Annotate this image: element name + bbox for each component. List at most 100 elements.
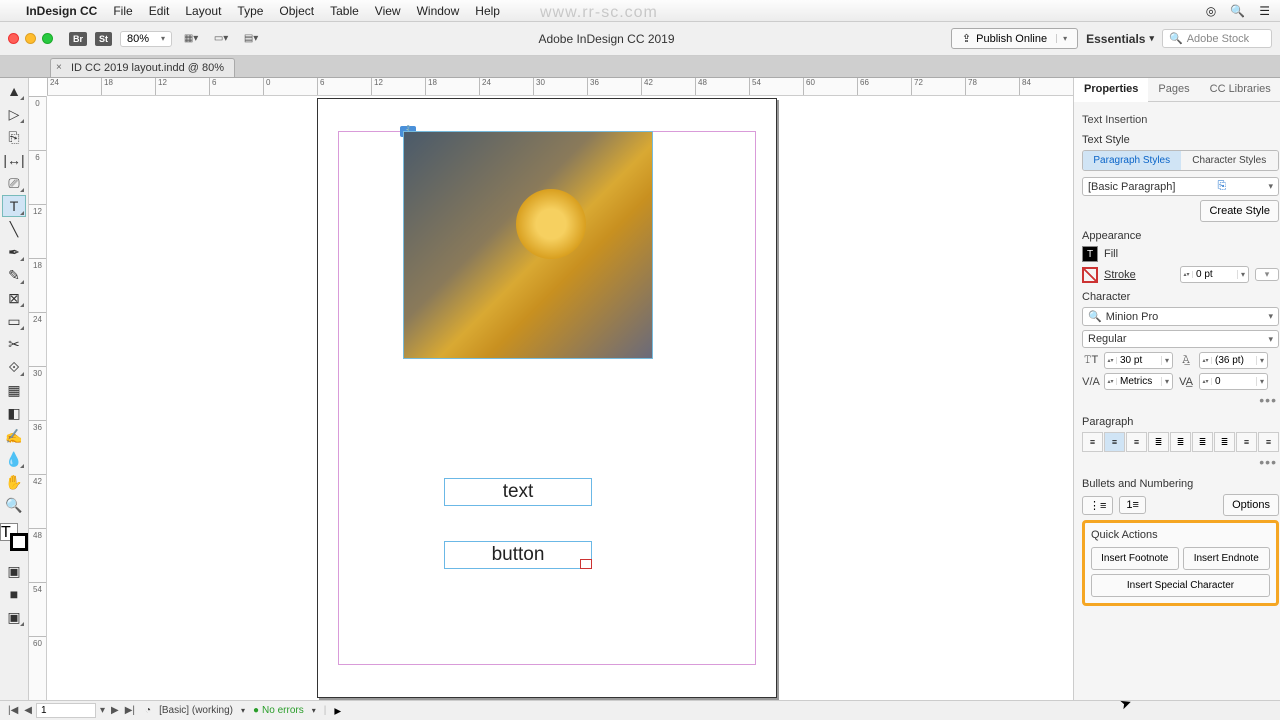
adobe-stock-search[interactable]: 🔍Adobe Stock <box>1162 29 1272 48</box>
bulleted-list-icon[interactable]: ⋮≡ <box>1082 496 1113 515</box>
font-size-input[interactable]: ▴▾▾ <box>1104 352 1173 369</box>
content-collector-icon[interactable]: ⎚ <box>2 172 26 194</box>
line-tool-icon[interactable]: ╲ <box>2 218 26 240</box>
align-right-icon[interactable]: ≡ <box>1126 432 1147 452</box>
menu-view[interactable]: View <box>375 4 401 18</box>
text-frame-1[interactable]: text <box>444 478 592 506</box>
scissors-tool-icon[interactable]: ✂ <box>2 333 26 355</box>
rectangle-tool-icon[interactable]: ▭ <box>2 310 26 332</box>
gap-tool-icon[interactable]: |↔| <box>2 149 26 171</box>
workspace-switcher[interactable]: Essentials▾ <box>1086 32 1154 46</box>
view-options-icon[interactable]: ▦▾ <box>180 29 202 49</box>
first-page-icon[interactable]: |◀ <box>6 705 20 716</box>
justify-all-icon[interactable]: ≣ <box>1214 432 1235 452</box>
preflight-status[interactable]: No errors <box>253 705 304 716</box>
fill-swatch-icon[interactable]: T <box>1082 246 1098 262</box>
new-style-icon[interactable]: ⎘ <box>1218 180 1227 193</box>
insert-endnote-button[interactable]: Insert Endnote <box>1183 547 1271 570</box>
menu-window[interactable]: Window <box>417 4 460 18</box>
menu-edit[interactable]: Edit <box>149 4 170 18</box>
page-navigator[interactable]: |◀ ◀ ▾ ▶ ▶| <box>6 703 137 718</box>
tab-properties[interactable]: Properties <box>1074 78 1148 102</box>
publish-online-button[interactable]: ⇪Publish Online▾ <box>951 28 1078 49</box>
cc-icon[interactable]: ◎ <box>1206 4 1216 18</box>
direct-selection-tool-icon[interactable]: ▷ <box>2 103 26 125</box>
leading-input[interactable]: ▴▾▾ <box>1199 352 1268 369</box>
gradient-swatch-tool-icon[interactable]: ▦ <box>2 379 26 401</box>
next-page-icon[interactable]: ▶ <box>109 705 121 716</box>
apply-color-icon[interactable]: ■ <box>2 583 26 605</box>
page-dropdown-icon[interactable]: ▾ <box>98 705 107 716</box>
menu-layout[interactable]: Layout <box>185 4 221 18</box>
formatting-container-icon[interactable]: ▣ <box>2 560 26 582</box>
menu-help[interactable]: Help <box>475 4 500 18</box>
page[interactable]: ⚓ text button <box>317 98 777 698</box>
minimize-window-icon[interactable] <box>25 33 36 44</box>
spotlight-icon[interactable]: 🔍 <box>1230 4 1245 18</box>
insert-special-character-button[interactable]: Insert Special Character <box>1091 574 1270 597</box>
status-open-icon[interactable]: ▸ <box>334 703 341 719</box>
overset-indicator-icon[interactable] <box>580 559 592 569</box>
rectangle-frame-tool-icon[interactable]: ⊠ <box>2 287 26 309</box>
paragraph-styles-tab[interactable]: Paragraph Styles <box>1083 151 1181 170</box>
bridge-badge[interactable]: Br <box>69 32 87 46</box>
menu-object[interactable]: Object <box>279 4 314 18</box>
document-tab[interactable]: × ID CC 2019 layout.indd @ 80% <box>50 58 235 77</box>
create-style-button[interactable]: Create Style <box>1200 200 1279 222</box>
prev-page-icon[interactable]: ◀ <box>22 705 34 716</box>
placed-image-frame[interactable] <box>403 131 653 359</box>
align-left-icon[interactable]: ≡ <box>1082 432 1103 452</box>
bullets-options-button[interactable]: Options <box>1223 494 1279 516</box>
stroke-swatch-icon[interactable] <box>1082 267 1098 283</box>
free-transform-tool-icon[interactable]: ⟐ <box>2 356 26 378</box>
screen-mode-tool-icon[interactable]: ▣ <box>2 606 26 628</box>
arrange-icon[interactable]: ▤▾ <box>240 29 262 49</box>
app-name[interactable]: InDesign CC <box>26 4 97 18</box>
fill-stroke-swatch[interactable]: T <box>0 523 28 551</box>
align-center-icon[interactable]: ≡ <box>1104 432 1125 452</box>
zoom-tool-icon[interactable]: 🔍 <box>2 494 26 516</box>
document-canvas[interactable]: 24181260612182430364248546066727884 0612… <box>29 78 1073 700</box>
menu-type[interactable]: Type <box>237 4 263 18</box>
zoom-level[interactable]: 80%▾ <box>120 31 172 47</box>
insert-footnote-button[interactable]: Insert Footnote <box>1091 547 1179 570</box>
screen-mode-icon[interactable]: ▭▾ <box>210 29 232 49</box>
menu-list-icon[interactable]: ☰ <box>1259 4 1270 18</box>
menu-file[interactable]: File <box>113 4 132 18</box>
preflight-open-icon[interactable]: ◔ <box>145 705 151 716</box>
stroke-color-icon[interactable] <box>10 533 28 551</box>
justify-right-icon[interactable]: ≣ <box>1192 432 1213 452</box>
last-page-icon[interactable]: ▶| <box>123 705 137 716</box>
tracking-input[interactable]: ▴▾▾ <box>1199 373 1268 390</box>
stroke-weight-input[interactable]: ▴▾▾ <box>1180 266 1249 283</box>
font-family-dropdown[interactable]: 🔍Minion Pro▾ <box>1082 307 1279 326</box>
paragraph-style-dropdown[interactable]: [Basic Paragraph] ⎘ ▾ <box>1082 177 1279 196</box>
close-tab-icon[interactable]: × <box>56 62 62 73</box>
window-traffic-lights[interactable] <box>8 33 53 44</box>
text-frame-2[interactable]: button <box>444 541 592 569</box>
horizontal-ruler[interactable]: 24181260612182430364248546066727884 <box>47 78 1073 96</box>
hand-tool-icon[interactable]: ✋ <box>2 471 26 493</box>
align-toward-spine-icon[interactable]: ≡ <box>1236 432 1257 452</box>
numbered-list-icon[interactable]: 1≡ <box>1119 496 1146 514</box>
stroke-label[interactable]: Stroke <box>1104 269 1136 281</box>
vertical-ruler[interactable]: 06121824303642485460 <box>29 96 47 700</box>
pencil-tool-icon[interactable]: ✎ <box>2 264 26 286</box>
gradient-feather-tool-icon[interactable]: ◧ <box>2 402 26 424</box>
kerning-input[interactable]: ▴▾▾ <box>1104 373 1173 390</box>
character-more-icon[interactable]: ••• <box>1084 392 1277 408</box>
type-tool-icon[interactable]: T <box>2 195 26 217</box>
eyedropper-tool-icon[interactable]: 💧 <box>2 448 26 470</box>
paragraph-more-icon[interactable]: ••• <box>1084 454 1277 470</box>
close-window-icon[interactable] <box>8 33 19 44</box>
preflight-profile[interactable]: [Basic] (working) <box>159 705 233 716</box>
page-number-field[interactable] <box>36 703 96 718</box>
pen-tool-icon[interactable]: ✒ <box>2 241 26 263</box>
justify-left-icon[interactable]: ≣ <box>1148 432 1169 452</box>
stroke-style-dropdown[interactable]: ▾ <box>1255 268 1279 281</box>
character-styles-tab[interactable]: Character Styles <box>1181 151 1279 170</box>
page-tool-icon[interactable]: ⎘ <box>2 126 26 148</box>
menu-table[interactable]: Table <box>330 4 359 18</box>
tab-cc-libraries[interactable]: CC Libraries <box>1200 78 1280 101</box>
font-style-dropdown[interactable]: Regular▾ <box>1082 330 1279 348</box>
